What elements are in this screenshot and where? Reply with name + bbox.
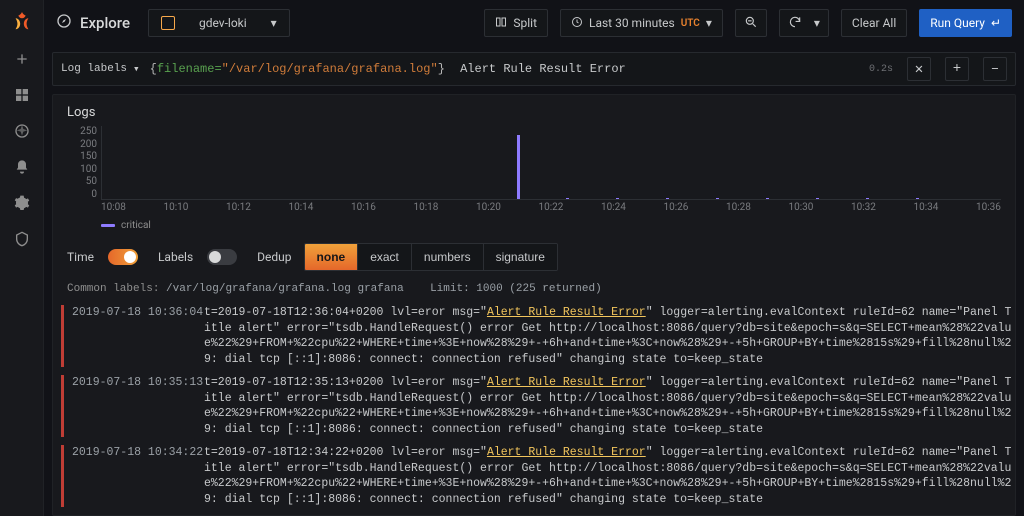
chart-bar[interactable] — [716, 198, 719, 199]
datasource-name: gdev-loki — [199, 16, 247, 30]
log-highlight: Alert Rule Result Error — [487, 446, 646, 459]
log-labels-button[interactable]: Log labels ▾ — [61, 62, 140, 76]
chart-xaxis: 10:0810:1010:1210:1410:1610:1810:2010:22… — [101, 202, 1001, 216]
chart-yaxis: 250200150100500 — [67, 126, 97, 200]
clear-all-button[interactable]: Clear All — [841, 9, 907, 37]
log-rows: 2019-07-18 10:36:04t=2019-07-18T12:36:04… — [61, 303, 1015, 516]
nav-admin-icon[interactable] — [13, 230, 31, 248]
timezone-label: UTC — [681, 18, 700, 29]
run-label: Run Query — [930, 16, 985, 30]
loki-logo-icon — [161, 16, 175, 30]
legend-label: critical — [121, 220, 151, 231]
chart-bar[interactable] — [566, 198, 569, 199]
log-row[interactable]: 2019-07-18 10:35:13t=2019-07-18T12:35:13… — [61, 373, 1015, 443]
log-highlight: Alert Rule Result Error — [487, 376, 646, 389]
chart-bar[interactable] — [616, 198, 619, 199]
split-label: Split — [513, 16, 537, 30]
chart-bar[interactable] — [666, 198, 669, 199]
page-title: Explore — [80, 14, 130, 32]
logs-panel: Logs 250200150100500 10:0810:1010:1210:1… — [52, 94, 1016, 516]
chevron-down-icon: ▾ — [706, 16, 712, 30]
log-row[interactable]: 2019-07-18 10:34:22t=2019-07-18T12:34:22… — [61, 443, 1015, 513]
chevron-down-icon: ▾ — [271, 16, 277, 30]
enter-icon: ↵ — [991, 16, 1001, 30]
nav-alerting-icon[interactable] — [13, 158, 31, 176]
zoom-out-button[interactable] — [735, 9, 767, 37]
labels-toggle-label: Labels — [158, 250, 193, 264]
query-elapsed: 0.2s — [869, 64, 893, 75]
chart-bar[interactable] — [517, 135, 520, 199]
log-toolbar: Time Labels Dedup noneexactnumberssignat… — [67, 241, 1001, 273]
dedup-none-button[interactable]: none — [305, 244, 359, 270]
split-button[interactable]: Split — [484, 9, 548, 37]
chart-bar[interactable] — [916, 198, 919, 199]
common-limit: Limit: 1000 (225 returned) — [430, 283, 602, 295]
chart-bar[interactable] — [766, 198, 769, 199]
chart-plot[interactable] — [101, 126, 1001, 200]
labels-toggle[interactable] — [207, 249, 237, 265]
datasource-picker[interactable]: gdev-loki ▾ — [148, 9, 290, 37]
page-title-group: Explore — [56, 13, 130, 33]
log-timestamp: 2019-07-18 10:35:13 — [72, 375, 204, 437]
refresh-icon — [788, 15, 802, 32]
common-labels-row: Common labels: /var/log/grafana/grafana.… — [67, 283, 1001, 295]
chart-bar[interactable] — [816, 198, 819, 199]
minus-icon: – — [991, 61, 999, 77]
nav-dashboards-icon[interactable] — [13, 86, 31, 104]
log-message: t=2019-07-18T12:36:04+0200 lvl=eror msg=… — [204, 305, 1015, 367]
close-icon: ✕ — [915, 61, 923, 78]
logs-histogram[interactable]: 250200150100500 10:0810:1010:1210:1410:1… — [67, 126, 1001, 216]
topbar: Explore gdev-loki ▾ Split Last 30 minute… — [44, 0, 1024, 46]
nav-create-icon[interactable] — [13, 50, 31, 68]
add-query-button[interactable]: + — [945, 57, 969, 81]
run-query-button[interactable]: Run Query ↵ — [919, 9, 1012, 37]
log-level-bar — [61, 305, 64, 367]
log-level-bar — [61, 375, 64, 437]
query-row: Log labels ▾ {filename="/var/log/grafana… — [52, 52, 1016, 86]
log-timestamp: 2019-07-18 10:36:04 — [72, 305, 204, 367]
collapse-query-button[interactable]: – — [983, 57, 1007, 81]
dedup-segmented: noneexactnumberssignature — [304, 243, 558, 271]
time-range-picker[interactable]: Last 30 minutes UTC ▾ — [560, 9, 723, 37]
query-key: filename — [157, 62, 215, 76]
log-message: t=2019-07-18T12:34:22+0200 lvl=eror msg=… — [204, 445, 1015, 507]
panel-title: Logs — [53, 95, 1015, 126]
refresh-button[interactable]: ▾ — [779, 9, 829, 37]
chart-legend: critical — [101, 220, 1001, 231]
query-input[interactable]: {filename="/var/log/grafana/grafana.log"… — [150, 62, 626, 76]
log-row[interactable]: 2019-07-18 10:36:04t=2019-07-18T12:36:04… — [61, 303, 1015, 373]
common-labels: /var/log/grafana/grafana.log grafana — [166, 283, 404, 295]
time-range-label: Last 30 minutes — [589, 16, 675, 30]
log-level-bar — [61, 445, 64, 507]
query-value: "/var/log/grafana/grafana.log" — [222, 62, 438, 76]
search-minus-icon — [744, 15, 758, 32]
log-labels-text: Log labels — [61, 63, 127, 75]
compass-icon — [56, 13, 72, 33]
log-timestamp: 2019-07-18 10:34:22 — [72, 445, 204, 507]
chart-bar[interactable] — [866, 198, 869, 199]
log-highlight: Alert Rule Result Error — [487, 306, 646, 319]
legend-swatch — [101, 224, 115, 227]
clear-label: Clear All — [852, 16, 896, 30]
time-toggle-label: Time — [67, 250, 94, 264]
dedup-label: Dedup — [257, 250, 291, 264]
time-toggle[interactable] — [108, 249, 138, 265]
chevron-down-icon: ▾ — [814, 16, 820, 30]
plus-icon: + — [953, 61, 961, 77]
log-message: t=2019-07-18T12:35:13+0200 lvl=eror msg=… — [204, 375, 1015, 437]
nav-config-icon[interactable] — [13, 194, 31, 212]
columns-icon — [495, 16, 507, 31]
chevron-down-icon: ▾ — [133, 62, 140, 76]
nav-rail — [0, 0, 44, 516]
clock-icon — [571, 16, 583, 31]
nav-explore-icon[interactable] — [13, 122, 31, 140]
remove-query-button[interactable]: ✕ — [907, 57, 931, 81]
dedup-numbers-button[interactable]: numbers — [412, 244, 484, 270]
common-prefix: Common labels: — [67, 283, 159, 295]
query-search: Alert Rule Result Error — [460, 62, 626, 76]
dedup-signature-button[interactable]: signature — [484, 244, 557, 270]
dedup-exact-button[interactable]: exact — [358, 244, 412, 270]
grafana-logo-icon[interactable] — [11, 10, 33, 32]
